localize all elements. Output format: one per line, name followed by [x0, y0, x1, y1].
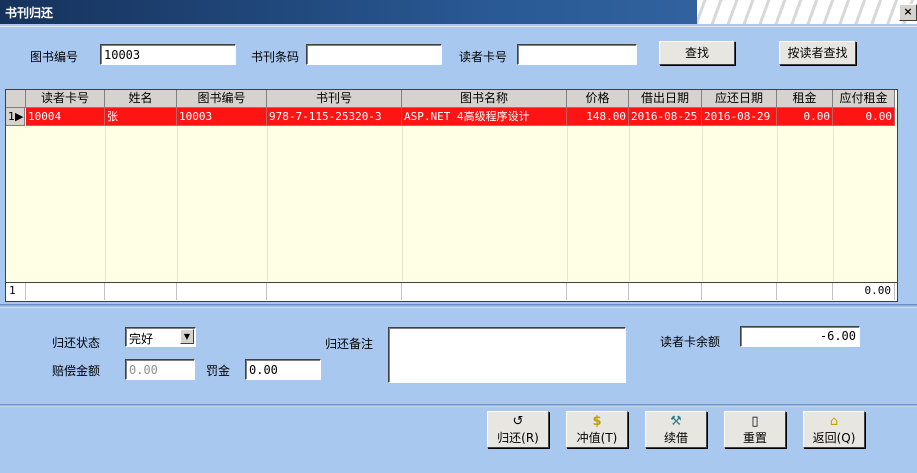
separator [0, 404, 917, 407]
column-header[interactable]: 价格 [567, 90, 629, 108]
grid-line [833, 126, 834, 281]
footer-cell [26, 283, 105, 300]
grid-line [267, 126, 268, 281]
remark-textarea[interactable] [388, 327, 626, 383]
barcode-input[interactable] [306, 44, 442, 65]
recharge-button[interactable]: $ 冲值(T) [566, 411, 628, 448]
back-button-label: 返回(Q) [812, 431, 856, 445]
footer-cell [105, 283, 177, 300]
return-button-label: 归还(R) [497, 431, 539, 445]
reset-button-label: 重置 [742, 431, 767, 445]
header-corner [6, 90, 26, 108]
back-button[interactable]: ⌂ 返回(Q) [803, 411, 865, 448]
loan-grid[interactable]: 读者卡号 姓名 图书编号 书刊号 图书名称 价格 借出日期 应还日期 租金 应付… [5, 89, 898, 302]
row-indicator[interactable]: 1▶ [6, 108, 25, 126]
column-header[interactable]: 读者卡号 [26, 90, 105, 108]
card-input[interactable] [517, 44, 637, 65]
fine-label: 罚金 [206, 364, 231, 378]
find-button[interactable]: 查找 [659, 41, 735, 65]
footer-cell [777, 283, 833, 300]
home-icon: ⌂ [829, 414, 839, 429]
close-button[interactable]: × [899, 4, 917, 21]
footer-cell [702, 283, 777, 300]
column-header[interactable]: 租金 [777, 90, 833, 108]
return-icon: ↺ [512, 414, 524, 429]
cell-price[interactable]: 148.00 [567, 108, 629, 126]
footer-cell [267, 283, 402, 300]
cell-loan-date[interactable]: 2016-08-25 [629, 108, 702, 126]
footer-cell [177, 283, 267, 300]
grid-line [177, 126, 178, 281]
column-header[interactable]: 应还日期 [702, 90, 777, 108]
column-header[interactable]: 书刊号 [267, 90, 402, 108]
grid-line [402, 126, 403, 281]
column-header[interactable]: 图书名称 [402, 90, 567, 108]
cell-rent[interactable]: 0.00 [777, 108, 833, 126]
cell-name[interactable]: 张 [105, 108, 177, 126]
cell-card-no[interactable]: 10004 [26, 108, 105, 126]
dollar-icon: $ [592, 414, 602, 429]
fine-input[interactable] [245, 359, 321, 380]
footer-cell [567, 283, 629, 300]
dropdown-arrow-icon[interactable]: ▼ [180, 329, 194, 344]
footer-total: 0.00 [833, 283, 895, 300]
grid-header: 读者卡号 姓名 图书编号 书刊号 图书名称 价格 借出日期 应还日期 租金 应付… [6, 90, 897, 108]
recharge-button-label: 冲值(T) [576, 431, 618, 445]
desktop-background [697, 0, 917, 24]
grid-line [567, 126, 568, 281]
document-icon: ▯ [751, 414, 759, 429]
reset-button[interactable]: ▯ 重置 [724, 411, 786, 448]
balance-label: 读者卡余额 [660, 335, 721, 349]
column-header[interactable]: 借出日期 [629, 90, 702, 108]
footer-cell [629, 283, 702, 300]
cell-due-date[interactable]: 2016-08-29 [702, 108, 777, 126]
balance-field: -6.00 [740, 326, 860, 347]
title-bar: 书刊归还 [0, 0, 917, 24]
renew-button[interactable]: ⚒ 续借 [645, 411, 707, 448]
window-title: 书刊归还 [5, 6, 54, 20]
return-button[interactable]: ↺ 归还(R) [487, 411, 549, 448]
barcode-label: 书刊条码 [251, 50, 300, 64]
column-header[interactable]: 姓名 [105, 90, 177, 108]
cell-book-title[interactable]: ASP.NET 4高级程序设计 [402, 108, 567, 126]
grid-line [777, 126, 778, 281]
compensation-input [125, 359, 195, 380]
footer-indicator: 1 [6, 283, 26, 300]
row-number: 1 [8, 110, 15, 123]
book-no-label: 图书编号 [30, 50, 79, 64]
find-by-reader-button[interactable]: 按读者查找 [779, 41, 856, 65]
grid-line [105, 126, 106, 281]
hammer-icon: ⚒ [670, 414, 682, 429]
grid-line [629, 126, 630, 281]
card-label: 读者卡号 [459, 50, 508, 64]
separator [0, 304, 917, 308]
current-row-arrow-icon: ▶ [15, 110, 24, 123]
grid-footer: 1 0.00 [6, 282, 897, 301]
column-header[interactable]: 应付租金 [833, 90, 895, 108]
cell-book-no[interactable]: 10003 [177, 108, 267, 126]
status-value: 完好 [129, 332, 154, 346]
table-row[interactable]: 1▶ 10004 张 10003 978-7-115-25320-3 ASP.N… [6, 108, 897, 126]
book-no-input[interactable] [100, 44, 236, 65]
cell-isbn[interactable]: 978-7-115-25320-3 [267, 108, 402, 126]
column-header[interactable]: 图书编号 [177, 90, 267, 108]
compensation-label: 赔偿金额 [52, 364, 101, 378]
status-select[interactable]: 完好 ▼ [125, 327, 196, 347]
renew-button-label: 续借 [663, 431, 688, 445]
footer-cell [402, 283, 567, 300]
cell-rent-due[interactable]: 0.00 [833, 108, 895, 126]
status-label: 归还状态 [52, 336, 101, 350]
remark-label: 归还备注 [325, 337, 374, 351]
grid-line [702, 126, 703, 281]
